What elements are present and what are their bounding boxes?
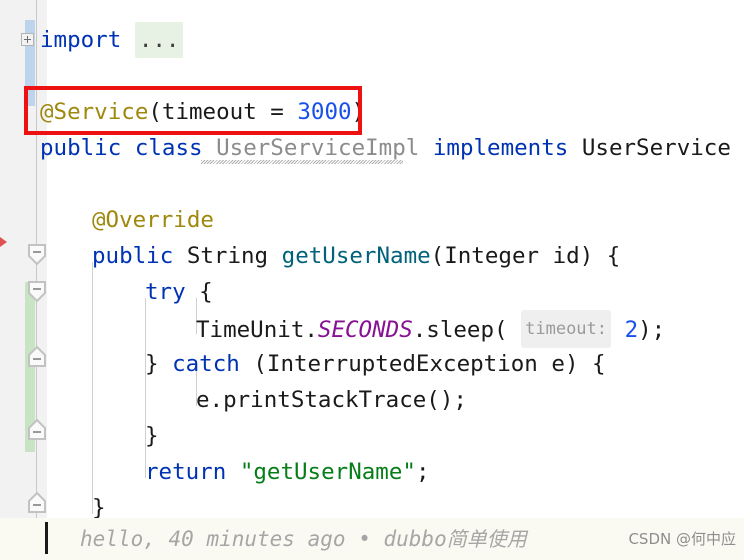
fold-collapse-method[interactable] xyxy=(26,243,48,267)
code-line-try[interactable]: try { xyxy=(145,274,213,310)
token-paren-open: ( xyxy=(148,99,162,125)
token-method-getusername: getUserName xyxy=(281,243,431,269)
token-interface-name: UserService xyxy=(581,135,731,161)
code-line-method-decl[interactable]: public String getUserName(Integer id) { xyxy=(92,238,620,274)
token-semicolon: ; xyxy=(651,317,666,343)
token-keyword-public: public xyxy=(92,243,174,269)
code-line-catch[interactable]: } catch (InterruptedException e) { xyxy=(145,346,606,382)
token-paren-open: ( xyxy=(494,317,508,343)
csdn-watermark: CSDN @何中应 xyxy=(628,530,736,548)
plus-box-icon[interactable] xyxy=(21,33,34,46)
token-paren-open: ( xyxy=(253,351,267,377)
token-brace-close: } xyxy=(145,423,159,449)
blame-message-latin: dubbo xyxy=(383,527,447,551)
token-keyword-catch: catch xyxy=(172,351,240,377)
indent-guide xyxy=(92,262,93,514)
token-number-2: 2 xyxy=(624,317,639,343)
token-brace-open: { xyxy=(593,243,621,269)
token-dot: . xyxy=(304,317,318,343)
fold-collapse-try[interactable] xyxy=(26,280,48,304)
token-annotation-override: @Override xyxy=(92,207,214,233)
token-type-string: String xyxy=(186,243,269,269)
token-brace-open: { xyxy=(578,351,606,377)
token-paren-close: ) xyxy=(579,243,594,269)
token-exception-var: e xyxy=(551,351,565,377)
blame-author: hello, xyxy=(80,527,156,551)
token-semicolon: ; xyxy=(415,459,430,485)
token-paren-close: ) xyxy=(638,317,652,343)
token-exception-type: InterruptedException xyxy=(266,351,538,377)
code-line-sleep[interactable]: TimeUnit.SECONDS.sleep( timeout: 2); xyxy=(196,310,666,348)
fold-expand-method-end[interactable] xyxy=(26,490,48,514)
token-number-3000: 3000 xyxy=(297,99,352,125)
token-keyword-public: public xyxy=(40,135,122,161)
code-line-printstacktrace[interactable]: e.printStackTrace(); xyxy=(196,382,467,418)
token-keyword-import: import xyxy=(40,27,122,53)
token-param-id: id xyxy=(552,243,580,269)
text-caret xyxy=(45,522,48,554)
code-line-service-annotation[interactable]: @Service(timeout = 3000) xyxy=(40,94,365,130)
token-equals: = xyxy=(256,99,298,125)
inline-parameter-hint[interactable]: timeout: xyxy=(521,310,612,348)
token-brace-open: { xyxy=(731,135,744,161)
code-line-override-annotation[interactable]: @Override xyxy=(92,202,214,238)
code-line-return[interactable]: return "getUserName"; xyxy=(145,454,429,490)
blame-separator: • xyxy=(358,527,371,551)
blame-time: 40 minutes ago xyxy=(168,527,346,551)
token-brace-open: { xyxy=(185,279,213,305)
token-keyword-class: class xyxy=(134,135,203,161)
code-line-close-try[interactable]: } xyxy=(145,418,159,454)
error-tick-icon[interactable] xyxy=(0,237,7,247)
code-editor[interactable]: import ... @Service(timeout = 3000) publ… xyxy=(0,0,744,560)
token-expr-printstacktrace: e.printStackTrace(); xyxy=(196,387,467,413)
blame-space xyxy=(346,527,359,551)
token-keyword-return: return xyxy=(145,459,227,485)
token-keyword-try: try xyxy=(145,279,186,305)
code-content: import ... @Service(timeout = 3000) publ… xyxy=(0,0,744,521)
token-class-name: UserServiceImpl xyxy=(216,135,420,161)
token-paren-open: ( xyxy=(430,243,445,269)
blame-space xyxy=(371,527,384,551)
token-method-sleep: sleep xyxy=(426,317,495,343)
fold-expand-block[interactable] xyxy=(26,417,48,441)
token-class-timeunit: TimeUnit xyxy=(196,317,305,343)
token-field-seconds: SECONDS xyxy=(317,317,413,343)
token-brace-close: } xyxy=(145,351,159,377)
fold-chip-ellipsis[interactable]: ... xyxy=(134,22,184,58)
code-line-class-decl[interactable]: public class UserServiceImpl implements … xyxy=(40,130,744,166)
token-string-getusername: "getUserName" xyxy=(239,459,416,485)
token-param-type-integer: Integer xyxy=(444,243,540,269)
token-paren-close: ) xyxy=(564,351,579,377)
blame-message-cjk: 简单使用 xyxy=(446,527,527,551)
blame-space xyxy=(156,527,169,551)
token-paren-close: ) xyxy=(351,99,366,125)
token-keyword-implements: implements xyxy=(432,135,569,161)
git-blame-text[interactable]: hello, 40 minutes ago • dubbo简单使用 xyxy=(80,518,527,560)
token-annotation-service: @Service xyxy=(40,99,149,125)
token-attr-timeout: timeout xyxy=(161,99,257,125)
fold-expand-catch[interactable] xyxy=(26,344,48,368)
code-line-import[interactable]: import ... xyxy=(40,22,184,58)
token-dot: . xyxy=(412,317,427,343)
